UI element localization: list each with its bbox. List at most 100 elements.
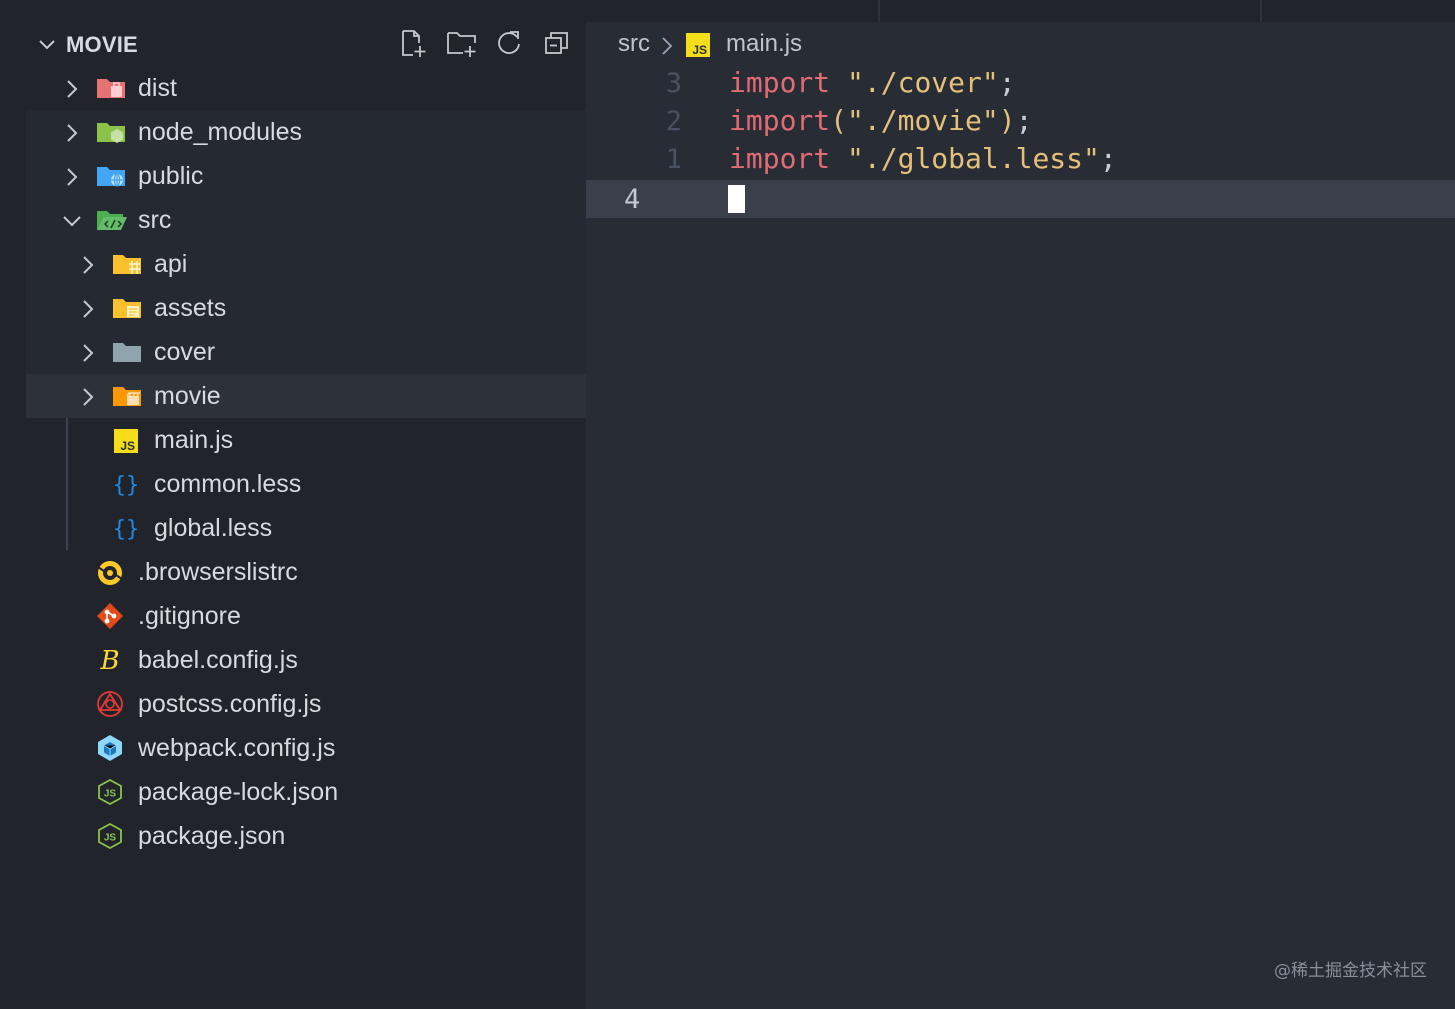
chevron-down-icon[interactable]	[38, 36, 55, 52]
tree-item-global-less[interactable]: {} global.less	[26, 506, 586, 550]
tree-item-label: .gitignore	[138, 602, 241, 630]
svg-text:{}: {}	[113, 473, 140, 498]
code-line[interactable]: 1 import "./global.less";	[586, 140, 1455, 178]
folder-movie-icon	[112, 384, 141, 408]
line-number: 1	[665, 144, 682, 175]
code-keyword: import	[729, 142, 831, 175]
webpack-icon	[96, 734, 124, 761]
chevron-right-icon	[660, 36, 676, 55]
code-punct	[830, 142, 847, 175]
tab-strip	[586, 0, 1455, 22]
new-folder-icon[interactable]	[446, 28, 476, 58]
tree-item-movie[interactable]: movie	[26, 374, 586, 418]
watermark: @稀土掘金技术社区	[1274, 961, 1427, 981]
text-cursor	[728, 185, 745, 213]
tree-item-api[interactable]: api	[26, 242, 586, 286]
tab-divider	[1260, 0, 1262, 22]
chevron-right-icon[interactable]	[64, 79, 80, 98]
code-string: "./cover"	[847, 66, 999, 99]
collapse-all-icon[interactable]	[542, 28, 572, 58]
code-line[interactable]: 3 import "./cover";	[586, 64, 1455, 102]
nodejs-icon: JS	[96, 778, 124, 806]
code-text[interactable]: import "./global.less";	[729, 142, 1117, 175]
js-badge: JS	[692, 43, 707, 57]
refresh-icon[interactable]	[494, 28, 524, 58]
tree-item-package-json[interactable]: JS package.json	[26, 814, 586, 858]
less-file-icon: {}	[112, 470, 140, 498]
tree-item-label: webpack.config.js	[138, 734, 336, 762]
code-text[interactable]: import "./cover";	[729, 66, 1016, 99]
chevron-right-icon[interactable]	[80, 343, 96, 362]
tree-item-assets[interactable]: assets	[26, 286, 586, 330]
nodejs-icon: JS	[96, 822, 124, 850]
folder-public-icon	[96, 164, 125, 188]
tree-item-gitignore[interactable]: .gitignore	[26, 594, 586, 638]
code-line[interactable]: 2 import("./movie");	[586, 102, 1455, 140]
browserslist-icon	[96, 559, 124, 585]
chevron-down-icon[interactable]	[62, 213, 81, 229]
folder-dist-icon	[96, 76, 125, 100]
svg-text:JS: JS	[104, 789, 117, 800]
chevron-right-icon[interactable]	[64, 123, 80, 142]
tree-item-babel-config[interactable]: B babel.config.js	[26, 638, 586, 682]
tree-item-package-lock-json[interactable]: JS package-lock.json	[26, 770, 586, 814]
tree-item-label: package-lock.json	[138, 778, 339, 806]
code-string: "./global.less"	[847, 142, 1100, 175]
svg-text:JS: JS	[120, 439, 135, 453]
less-file-icon: {}	[112, 514, 140, 542]
tree-item-label: global.less	[154, 514, 273, 542]
tree-item-public[interactable]: public	[26, 154, 586, 198]
tree-item-browserslistrc[interactable]: .browserslistrc	[26, 550, 586, 594]
javascript-file-icon: JS	[686, 33, 710, 57]
tree-item-node-modules[interactable]: node_modules	[26, 110, 586, 154]
tree-item-cover[interactable]: cover	[26, 330, 586, 374]
tree-item-main-js[interactable]: JS main.js	[26, 418, 586, 462]
code-string: "./movie"	[847, 104, 999, 137]
svg-text:JS: JS	[104, 833, 117, 844]
line-number: 3	[665, 68, 682, 99]
tree-item-label: package.json	[138, 822, 286, 850]
tree-item-label: dist	[138, 74, 177, 102]
breadcrumb-file[interactable]: main.js	[726, 30, 802, 58]
folder-icon	[112, 340, 141, 364]
code-punct: )	[998, 104, 1016, 137]
chevron-right-icon[interactable]	[64, 167, 80, 186]
tree-item-label: postcss.config.js	[138, 690, 322, 718]
folder-api-icon	[112, 252, 141, 276]
code-line-current[interactable]: 4	[586, 180, 1455, 218]
tree-item-label: assets	[154, 294, 227, 322]
code-semicolon: ;	[1099, 142, 1117, 175]
tree-item-label: cover	[154, 338, 216, 366]
tree-item-label: common.less	[154, 470, 302, 498]
chevron-right-icon[interactable]	[80, 387, 96, 406]
babel-icon: B	[96, 644, 124, 674]
folder-src-open-icon	[96, 208, 127, 232]
folder-assets-icon	[112, 296, 141, 320]
tree-item-common-less[interactable]: {} common.less	[26, 462, 586, 506]
explorer-sidebar: MOVIE dist node_modules public src api a…	[26, 0, 586, 1009]
tree-item-label: .browserslistrc	[138, 558, 298, 586]
chevron-right-icon[interactable]	[80, 299, 96, 318]
tree-item-src[interactable]: src	[26, 198, 586, 242]
line-number-current: 4	[624, 184, 641, 215]
svg-text:B: B	[99, 646, 119, 674]
code-text[interactable]: import("./movie");	[729, 104, 1032, 137]
breadcrumb-folder[interactable]: src	[618, 30, 650, 58]
postcss-icon	[96, 690, 124, 717]
chevron-right-icon[interactable]	[80, 255, 96, 274]
explorer-title: MOVIE	[66, 32, 138, 57]
line-number: 2	[665, 106, 682, 137]
tree-item-label: src	[138, 206, 172, 234]
tree-item-label: node_modules	[138, 118, 303, 146]
code-keyword: import	[729, 104, 831, 137]
new-file-icon[interactable]	[398, 28, 428, 58]
code-keyword: import	[729, 66, 831, 99]
folder-node-icon	[96, 120, 125, 144]
tree-item-postcss-config[interactable]: postcss.config.js	[26, 682, 586, 726]
tree-item-webpack-config[interactable]: webpack.config.js	[26, 726, 586, 770]
code-punct: (	[830, 104, 848, 137]
tree-item-dist[interactable]: dist	[26, 66, 586, 110]
svg-text:{}: {}	[113, 517, 140, 542]
javascript-file-icon: JS	[114, 429, 142, 453]
explorer-header[interactable]: MOVIE	[26, 22, 586, 66]
